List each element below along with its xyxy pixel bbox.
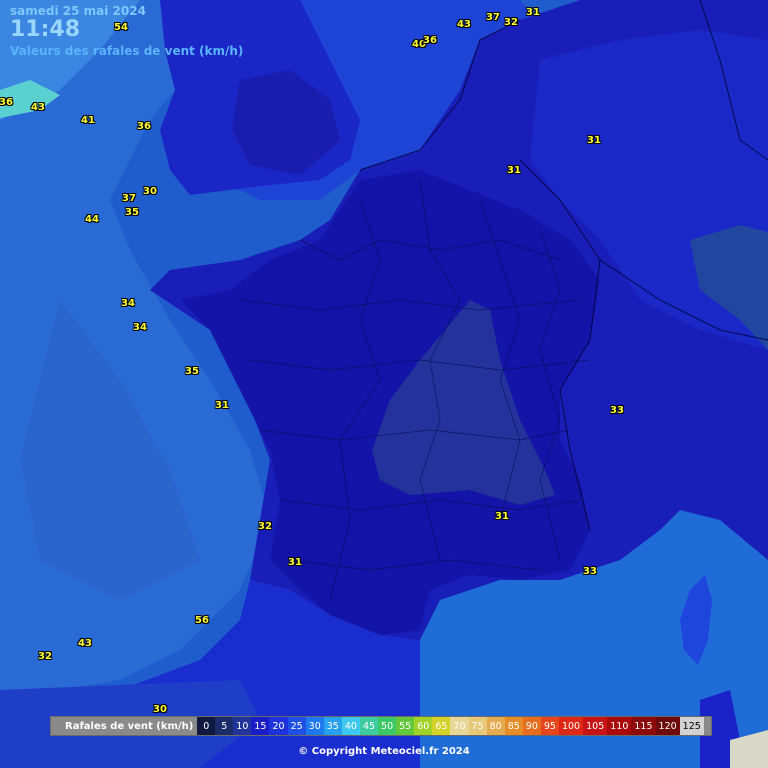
legend-cell: 15 [251, 717, 270, 735]
map-title: Valeurs des rafales de vent (km/h) [10, 44, 244, 58]
legend-scale: 0 5 10 15 20 25 30 35 40 45 50 55 60 65 70 75 80 85 90 95 10… [197, 717, 704, 735]
legend-cell: 50 [378, 717, 397, 735]
copyright-text: © Copyright Meteociel.fr 2024 [298, 746, 470, 757]
station-value: 33 [610, 405, 624, 416]
station-value: 35 [185, 366, 199, 377]
legend-label: Rafales de vent (km/h) [65, 720, 194, 732]
station-value: 35 [125, 207, 139, 218]
station-value: 30 [143, 186, 157, 197]
station-value: 36 [0, 97, 13, 108]
station-value: 36 [137, 121, 151, 132]
legend-cell: 5 [215, 717, 234, 735]
legend-cell: 75 [468, 717, 487, 735]
map-time: 11:48 [10, 17, 81, 42]
legend-cell: 100 [558, 717, 584, 735]
map-date: samedi 25 mai 2024 [10, 4, 146, 18]
station-value: 31 [587, 135, 601, 146]
station-value: 44 [85, 214, 99, 225]
station-value: 34 [121, 298, 135, 309]
station-value: 43 [78, 638, 92, 649]
station-value: 37 [486, 12, 500, 23]
station-value: 30 [153, 704, 167, 715]
legend-cell: 25 [287, 717, 306, 735]
legend-cell: 95 [540, 717, 559, 735]
legend-cell: 10 [233, 717, 252, 735]
legend-cell: 80 [486, 717, 505, 735]
wind-gust-legend: Rafales de vent (km/h) 0 5 10 15 20 25 30 35 40 4… [50, 716, 712, 736]
legend-cell: 40 [341, 717, 360, 735]
station-value: 37 [122, 193, 136, 204]
legend-cell: 20 [269, 717, 288, 735]
legend-cell: 60 [414, 717, 433, 735]
legend-cell: 90 [522, 717, 541, 735]
legend-cell: 85 [504, 717, 523, 735]
station-value: 32 [504, 17, 518, 28]
station-value: 31 [507, 165, 521, 176]
station-value: 34 [133, 322, 147, 333]
legend-cell: 110 [607, 717, 632, 735]
station-value: 32 [258, 521, 272, 532]
legend-cell: 0 [197, 717, 216, 735]
legend-cell: 30 [305, 717, 324, 735]
legend-cell: 70 [450, 717, 469, 735]
legend-cell: 115 [631, 717, 656, 735]
station-value: 43 [457, 19, 471, 30]
station-value: 31 [215, 400, 229, 411]
legend-cell: 125 [679, 717, 704, 735]
station-value: 31 [526, 7, 540, 18]
map-header: samedi 25 mai 2024 11:48 Valeurs des raf… [10, 4, 243, 58]
station-value: 31 [288, 557, 302, 568]
legend-cell: 35 [323, 717, 342, 735]
station-value: 36 [423, 35, 437, 46]
station-value: 41 [81, 115, 95, 126]
station-value: 43 [31, 102, 45, 113]
legend-cell: 120 [655, 717, 680, 735]
legend-cell: 105 [583, 717, 608, 735]
station-value: 32 [38, 651, 52, 662]
legend-cell: 45 [359, 717, 379, 735]
station-value: 31 [495, 511, 509, 522]
wind-gust-map [0, 0, 768, 768]
station-value: 33 [583, 566, 597, 577]
legend-cell: 65 [432, 717, 451, 735]
legend-cell: 55 [396, 717, 415, 735]
station-value: 56 [195, 615, 209, 626]
